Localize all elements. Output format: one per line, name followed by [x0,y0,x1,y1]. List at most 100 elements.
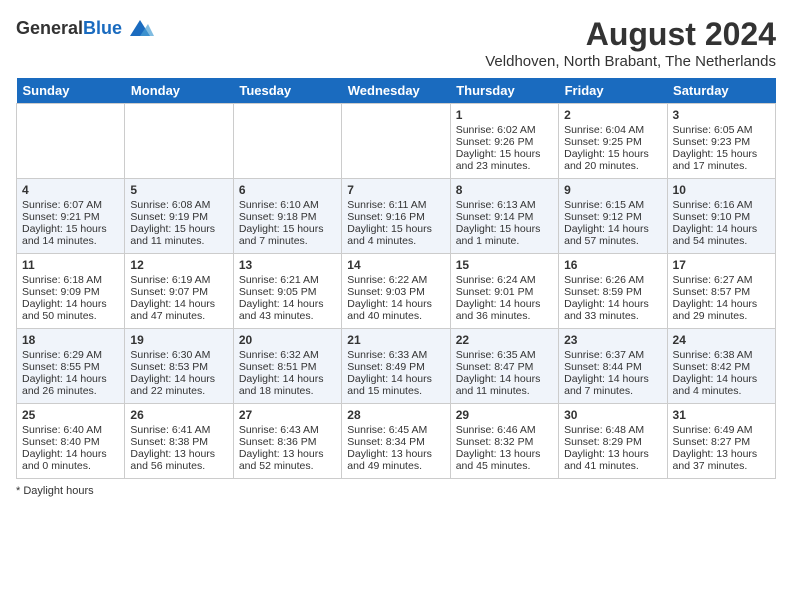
calendar-cell: 30 Sunrise: 6:48 AMSunset: 8:29 PMDayligh… [559,404,667,479]
cell-info-line: Sunset: 9:14 PM [456,211,553,223]
calendar-day-header: Wednesday [342,78,450,104]
calendar-cell: 11Sunrise: 6:18 AMSunset: 9:09 PMDayligh… [17,254,125,329]
cell-info-line: and 14 minutes. [22,235,119,247]
day-number: 1 [456,108,553,122]
cell-info-line: Sunset: 9:09 PM [22,286,119,298]
cell-info-line: Sunrise: 6:21 AM [239,274,336,286]
day-number: 9 [564,183,661,197]
cell-info-line: Sunrise: 6:26 AM [564,274,661,286]
cell-info-line: Daylight: 15 hours [239,223,336,235]
cell-info-line: and 29 minutes. [673,310,770,322]
cell-info-line: Daylight: 14 hours [347,373,444,385]
cell-info-line: Daylight: 14 hours [347,298,444,310]
day-number: 26 [130,408,227,422]
cell-info-line: and 36 minutes. [456,310,553,322]
calendar-header-row: SundayMondayTuesdayWednesdayThursdayFrid… [17,78,776,104]
cell-info-line: Daylight: 15 hours [22,223,119,235]
calendar-cell: 22Sunrise: 6:35 AMSunset: 8:47 PMDayligh… [450,329,558,404]
cell-info-line: Daylight: 15 hours [456,148,553,160]
cell-info-line: Daylight: 14 hours [673,373,770,385]
cell-info-line: and 4 minutes. [673,385,770,397]
cell-info-line: Daylight: 14 hours [564,223,661,235]
day-number: 6 [239,183,336,197]
calendar-cell: 5Sunrise: 6:08 AMSunset: 9:19 PMDaylight… [125,179,233,254]
logo-text: GeneralBlue [16,18,122,39]
cell-info-line: Sunrise: 6:30 AM [130,349,227,361]
calendar-day-header: Saturday [667,78,775,104]
cell-info-line: Sunrise: 6:08 AM [130,199,227,211]
calendar-body: 1Sunrise: 6:02 AMSunset: 9:26 PMDaylight… [17,104,776,479]
cell-info-line: Daylight: 13 hours [673,448,770,460]
cell-info-line: Sunrise: 6:10 AM [239,199,336,211]
logo: GeneralBlue [16,16,154,40]
cell-info-line: Sunrise: 6:35 AM [456,349,553,361]
cell-info-line: Sunset: 8:34 PM [347,436,444,448]
cell-info-line: Sunrise: 6:22 AM [347,274,444,286]
cell-info-line: Daylight: 15 hours [673,148,770,160]
cell-info-line: Daylight: 13 hours [239,448,336,460]
day-number: 7 [347,183,444,197]
cell-info-line: Sunset: 9:05 PM [239,286,336,298]
cell-info-line: Sunrise: 6:15 AM [564,199,661,211]
cell-info-line: Sunset: 8:59 PM [564,286,661,298]
cell-info-line: and 23 minutes. [456,160,553,172]
cell-info-line: and 45 minutes. [456,460,553,472]
footer-daylight-label: Daylight hours [23,485,93,497]
cell-info-line: Sunrise: 6:40 AM [22,424,119,436]
calendar-cell: 28Sunrise: 6:45 AMSunset: 8:34 PMDayligh… [342,404,450,479]
calendar-week-row: 25Sunrise: 6:40 AMSunset: 8:40 PMDayligh… [17,404,776,479]
cell-info-line: Sunset: 8:42 PM [673,361,770,373]
cell-info-line: Sunset: 9:26 PM [456,136,553,148]
cell-info-line: Sunrise: 6:48 AM [564,424,661,436]
day-number: 28 [347,408,444,422]
calendar-cell: 10Sunrise: 6:16 AMSunset: 9:10 PMDayligh… [667,179,775,254]
calendar-cell: 12Sunrise: 6:19 AMSunset: 9:07 PMDayligh… [125,254,233,329]
cell-info-line: and 15 minutes. [347,385,444,397]
cell-info-line: and 11 minutes. [130,235,227,247]
calendar-cell: 17Sunrise: 6:27 AMSunset: 8:57 PMDayligh… [667,254,775,329]
calendar-cell: 6 Sunrise: 6:10 AMSunset: 9:18 PMDaylight… [233,179,341,254]
calendar-cell: 9Sunrise: 6:15 AMSunset: 9:12 PMDaylight… [559,179,667,254]
day-number: 31 [673,408,770,422]
calendar-cell [125,104,233,179]
cell-info-line: Sunset: 8:53 PM [130,361,227,373]
cell-info-line: and 22 minutes. [130,385,227,397]
cell-info-line: Sunset: 9:18 PM [239,211,336,223]
cell-info-line: Sunrise: 6:38 AM [673,349,770,361]
cell-info-line: Daylight: 14 hours [130,298,227,310]
cell-info-line: and 52 minutes. [239,460,336,472]
calendar-cell: 31Sunrise: 6:49 AMSunset: 8:27 PMDayligh… [667,404,775,479]
cell-info-line: Daylight: 13 hours [564,448,661,460]
cell-info-line: Daylight: 15 hours [456,223,553,235]
title-area: August 2024 Veldhoven, North Brabant, Th… [485,16,776,70]
cell-info-line: and 40 minutes. [347,310,444,322]
cell-info-line: and 1 minute. [456,235,553,247]
day-number: 21 [347,333,444,347]
cell-info-line: Sunset: 9:16 PM [347,211,444,223]
calendar-cell: 20Sunrise: 6:32 AMSunset: 8:51 PMDayligh… [233,329,341,404]
calendar-week-row: 1Sunrise: 6:02 AMSunset: 9:26 PMDaylight… [17,104,776,179]
cell-info-line: Sunset: 9:19 PM [130,211,227,223]
calendar-cell: 1Sunrise: 6:02 AMSunset: 9:26 PMDaylight… [450,104,558,179]
calendar-cell: 8Sunrise: 6:13 AMSunset: 9:14 PMDaylight… [450,179,558,254]
day-number: 23 [564,333,661,347]
calendar-cell: 2Sunrise: 6:04 AMSunset: 9:25 PMDaylight… [559,104,667,179]
cell-info-line: Daylight: 14 hours [22,448,119,460]
cell-info-line: Sunrise: 6:45 AM [347,424,444,436]
cell-info-line: Daylight: 13 hours [456,448,553,460]
cell-info-line: and 11 minutes. [456,385,553,397]
calendar-cell: 15Sunrise: 6:24 AMSunset: 9:01 PMDayligh… [450,254,558,329]
calendar-cell: 18Sunrise: 6:29 AMSunset: 8:55 PMDayligh… [17,329,125,404]
cell-info-line: Sunrise: 6:18 AM [22,274,119,286]
cell-info-line: Sunset: 9:21 PM [22,211,119,223]
cell-info-line: Sunset: 8:29 PM [564,436,661,448]
calendar-cell: 24Sunrise: 6:38 AMSunset: 8:42 PMDayligh… [667,329,775,404]
location: Veldhoven, North Brabant, The Netherland… [485,53,776,70]
calendar-week-row: 11Sunrise: 6:18 AMSunset: 9:09 PMDayligh… [17,254,776,329]
cell-info-line: Sunrise: 6:27 AM [673,274,770,286]
calendar-cell: 21Sunrise: 6:33 AMSunset: 8:49 PMDayligh… [342,329,450,404]
cell-info-line: Sunrise: 6:29 AM [22,349,119,361]
cell-info-line: Sunrise: 6:46 AM [456,424,553,436]
day-number: 30 [564,408,661,422]
calendar-cell: 26Sunrise: 6:41 AMSunset: 8:38 PMDayligh… [125,404,233,479]
